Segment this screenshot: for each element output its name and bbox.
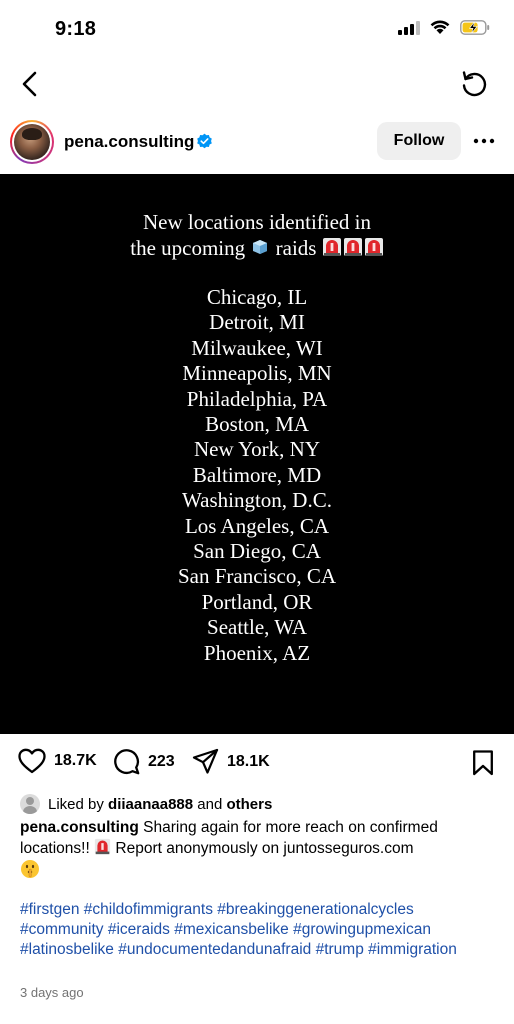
image-heading: New locations identified in the upcoming… (0, 210, 514, 261)
post-image[interactable]: New locations identified in the upcoming… (0, 174, 514, 734)
bookmark-icon (473, 750, 493, 776)
refresh-icon (462, 71, 487, 97)
city-item: Portland, OR (201, 589, 313, 614)
city-item: Philadelphia, PA (186, 386, 328, 411)
city-item: Seattle, WA (207, 615, 307, 640)
city-item: Baltimore, MD (192, 462, 322, 487)
cellular-signal-icon (398, 20, 420, 35)
status-time: 9:18 (55, 18, 97, 40)
caption: pena.consulting Sharing again for more r… (20, 818, 496, 881)
verified-badge-icon (197, 133, 212, 149)
share-paper-plane-icon (192, 748, 219, 774)
liker-avatar (20, 794, 40, 814)
status-icons (398, 20, 490, 35)
battery-charging-icon (460, 20, 490, 35)
nav-bar (0, 60, 514, 106)
shushing-face-emoji (21, 860, 39, 878)
action-bar: 18.7K 223 18.1K (0, 744, 514, 782)
bookmark-button[interactable] (472, 750, 494, 781)
city-list: Chicago, IL Detroit, MI Milwaukee, WI Mi… (0, 285, 514, 666)
ice-cube-emoji (253, 240, 268, 254)
police-siren-emoji (94, 838, 111, 855)
image-heading-line2: the upcoming raids (0, 235, 514, 261)
city-item: Milwaukee, WI (191, 335, 323, 360)
city-item: Boston, MA (205, 412, 309, 437)
like-button[interactable]: 18.7K (18, 748, 97, 774)
more-dots-icon (473, 138, 495, 144)
share-count: 18.1K (227, 752, 270, 770)
like-count: 18.7K (54, 752, 97, 769)
city-item: San Diego, CA (193, 539, 321, 564)
city-item: Washington, D.C. (182, 488, 332, 513)
status-bar: 9:18 (0, 0, 514, 58)
comment-button[interactable]: 223 (113, 748, 175, 775)
post-timestamp: 3 days ago (20, 985, 84, 1000)
caption-text-2: Report anonymously on juntosseguros.com (115, 840, 414, 857)
share-button[interactable]: 18.1K (192, 748, 270, 775)
more-options-button[interactable] (470, 128, 498, 154)
avatar[interactable] (10, 120, 54, 164)
city-item: Chicago, IL (206, 285, 308, 309)
hashtags[interactable]: #firstgen #childofimmigrants #breakingge… (20, 900, 500, 960)
police-siren-emoji (322, 238, 383, 256)
liked-by-text: Liked by diiaanaa888 and others (48, 795, 273, 813)
refresh-button[interactable] (456, 66, 492, 102)
city-item: San Francisco, CA (177, 564, 337, 589)
follow-button[interactable]: Follow (377, 122, 461, 160)
city-item: Minneapolis, MN (182, 361, 332, 386)
liker-username[interactable]: diiaanaa888 (108, 796, 193, 813)
post-username[interactable]: pena.consulting (64, 132, 194, 152)
post-header: pena.consulting Follow (0, 118, 514, 168)
city-item: Phoenix, AZ (203, 640, 311, 665)
back-button[interactable] (12, 66, 48, 102)
comment-count: 223 (148, 752, 175, 770)
caption-username[interactable]: pena.consulting (20, 819, 139, 836)
wifi-icon (430, 20, 450, 34)
city-item: Los Angeles, CA (184, 513, 330, 538)
city-item: Detroit, MI (209, 310, 305, 335)
heart-icon (18, 748, 46, 774)
comment-bubble-icon (114, 749, 140, 775)
liked-by-others[interactable]: others (226, 796, 272, 813)
back-chevron-icon (22, 71, 37, 97)
image-heading-line1: New locations identified in (142, 210, 372, 234)
liked-by[interactable]: Liked by diiaanaa888 and others (20, 794, 272, 814)
city-item: New York, NY (193, 437, 320, 462)
